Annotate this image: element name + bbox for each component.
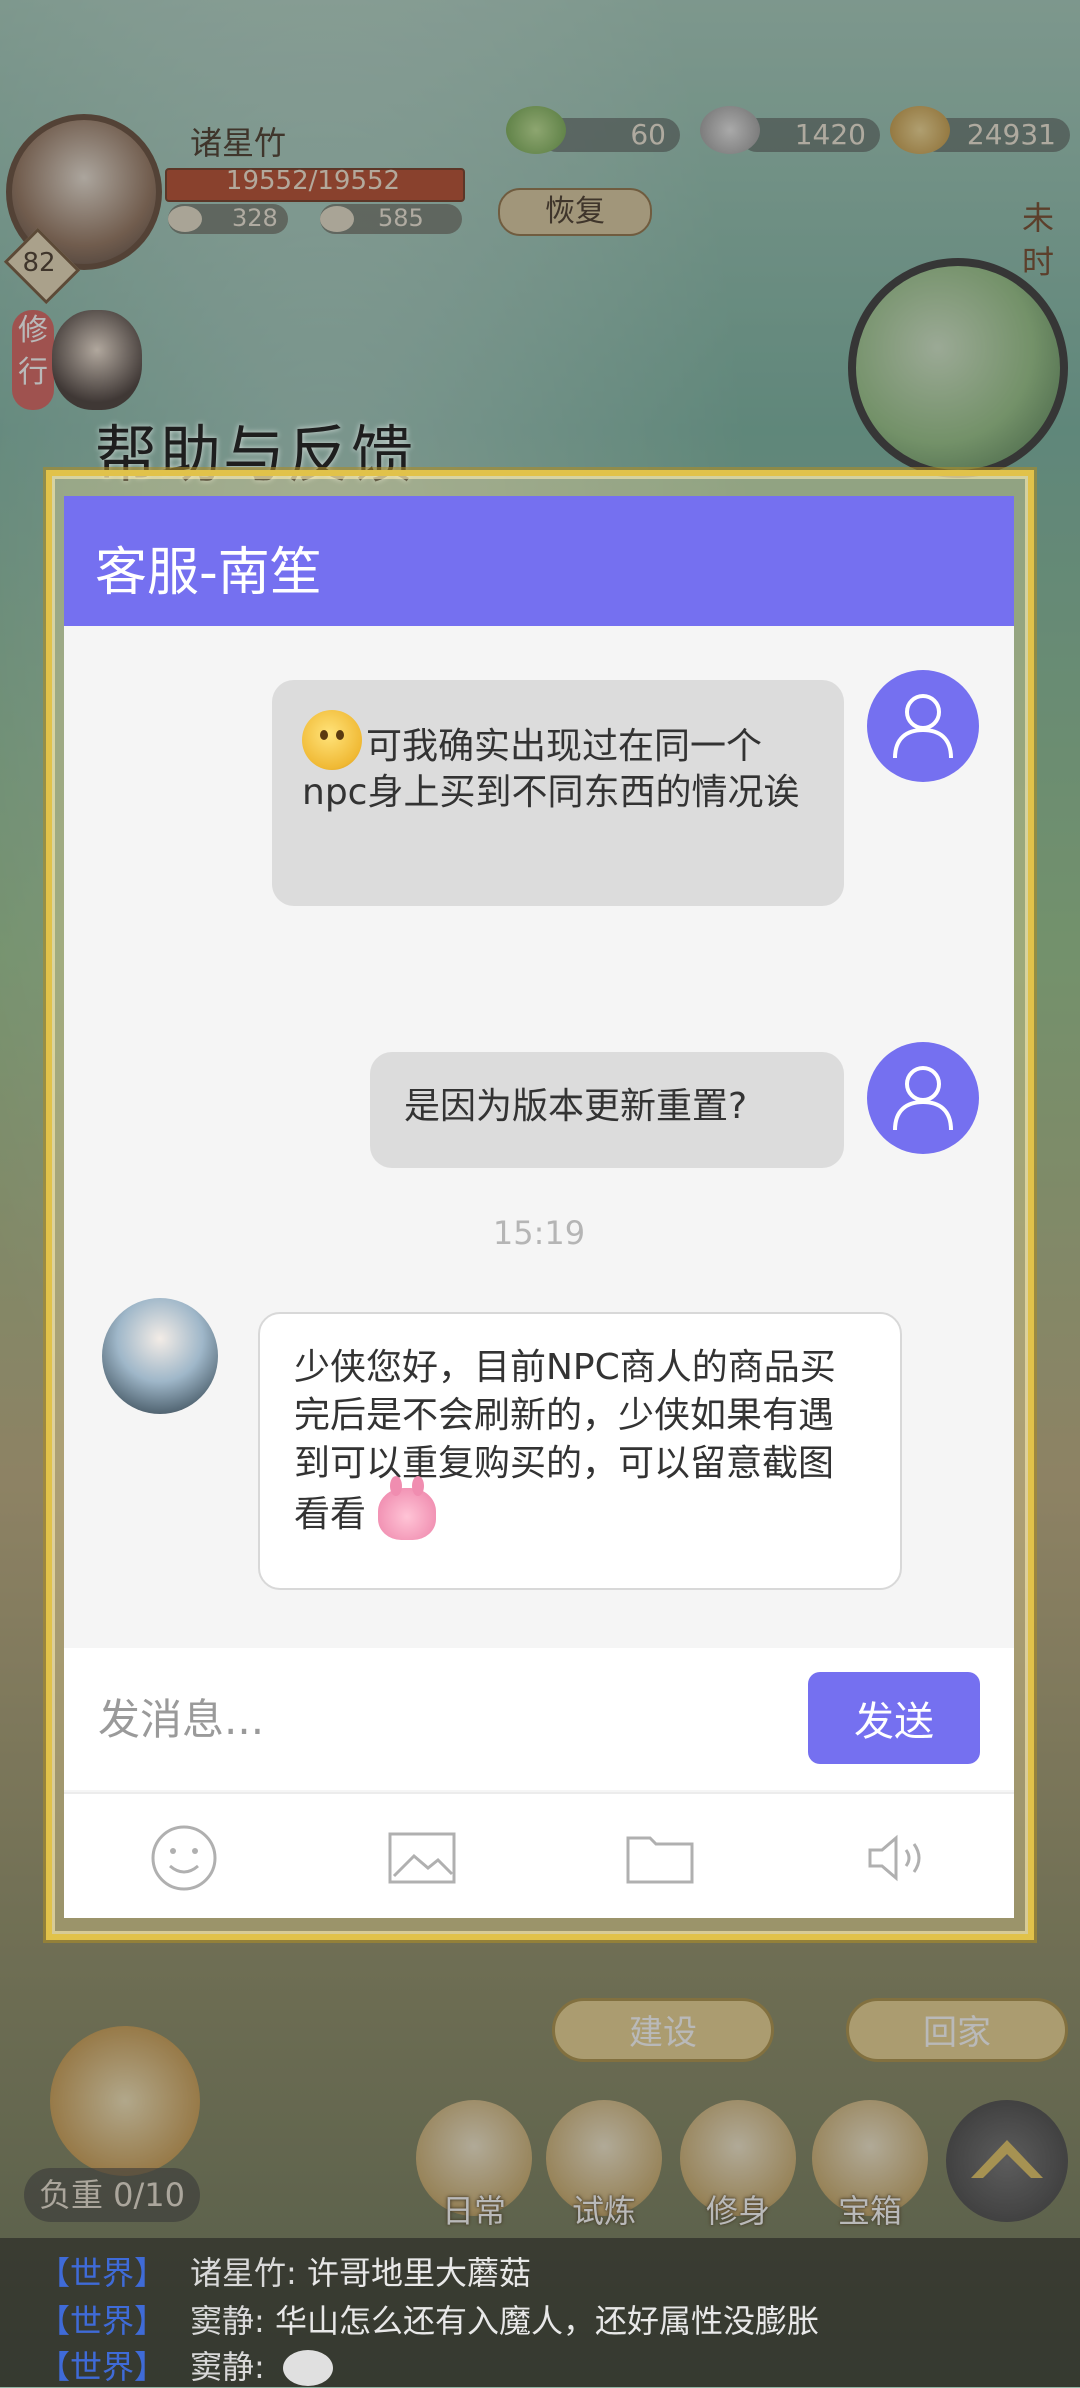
chat-header: 客服-南笙: [64, 496, 1014, 626]
input-bar: 发送: [64, 1648, 1014, 1790]
my-message-text: 是因为版本更新重置?: [404, 1086, 748, 1127]
emoji-icon[interactable]: [148, 1822, 220, 1894]
agent-name: 客服-南笙: [95, 543, 322, 603]
chat-text: 华山怎么还有入魔人，还好属性没膨胀: [274, 2302, 819, 2340]
agent-message-bubble: 少侠您好，目前NPC商人的商品买完后是不会刷新的，少侠如果有遇到可以重复购买的，…: [258, 1312, 902, 1590]
chat-text: 许哥地里大蘑菇: [306, 2254, 531, 2292]
chat-sender: 窦静:: [190, 2348, 265, 2386]
chat-channel-tag: 【世界】: [38, 2348, 167, 2386]
user-icon: [893, 1066, 953, 1131]
agent-message-text: 少侠您好，目前NPC商人的商品买完后是不会刷新的，少侠如果有遇到可以重复购买的，…: [294, 1347, 836, 1535]
my-message-text: 可我确实出现过在同一个npc身上买到不同东西的情况诶: [302, 726, 800, 813]
chat-line: 【世界】 窦静:: [38, 2342, 333, 2388]
folder-icon[interactable]: [624, 1822, 696, 1894]
voice-icon[interactable]: [862, 1822, 934, 1894]
chat-sender: 诸星竹:: [190, 2254, 297, 2292]
chat-line: 【世界】 诸星竹: 许哥地里大蘑菇: [38, 2248, 531, 2294]
message-timestamp: 15:19: [492, 1214, 586, 1252]
chat-line: 【世界】 窦静: 华山怎么还有入魔人，还好属性没膨胀: [38, 2296, 819, 2342]
chat-channel-tag: 【世界】: [38, 2302, 167, 2340]
message-input[interactable]: [98, 1676, 858, 1762]
thinking-emoji-icon: [302, 710, 362, 770]
chat-sender: 窦静:: [190, 2302, 265, 2340]
my-avatar[interactable]: [867, 1042, 979, 1154]
user-icon: [893, 694, 953, 759]
attachment-toolbar: [64, 1792, 1014, 1918]
agent-avatar[interactable]: [102, 1298, 218, 1414]
chat-channel-tag: 【世界】: [38, 2254, 167, 2292]
image-icon[interactable]: [386, 1822, 458, 1894]
sticker-icon: [282, 2350, 333, 2386]
support-chat-panel: 客服-南笙 可我确实出现过在同一个npc身上买到不同东西的情况诶 是因为版本更新…: [64, 496, 1014, 1918]
world-chat[interactable]: 【世界】 诸星竹: 许哥地里大蘑菇 【世界】 窦静: 华山怎么还有入魔人，还好属性没…: [0, 2238, 1080, 2387]
send-button[interactable]: 发送: [808, 1672, 980, 1764]
bunny-sticker-icon: [378, 1476, 437, 1540]
my-message-bubble: 可我确实出现过在同一个npc身上买到不同东西的情况诶: [272, 680, 844, 906]
my-avatar[interactable]: [867, 670, 979, 782]
my-message-bubble: 是因为版本更新重置?: [370, 1052, 844, 1168]
